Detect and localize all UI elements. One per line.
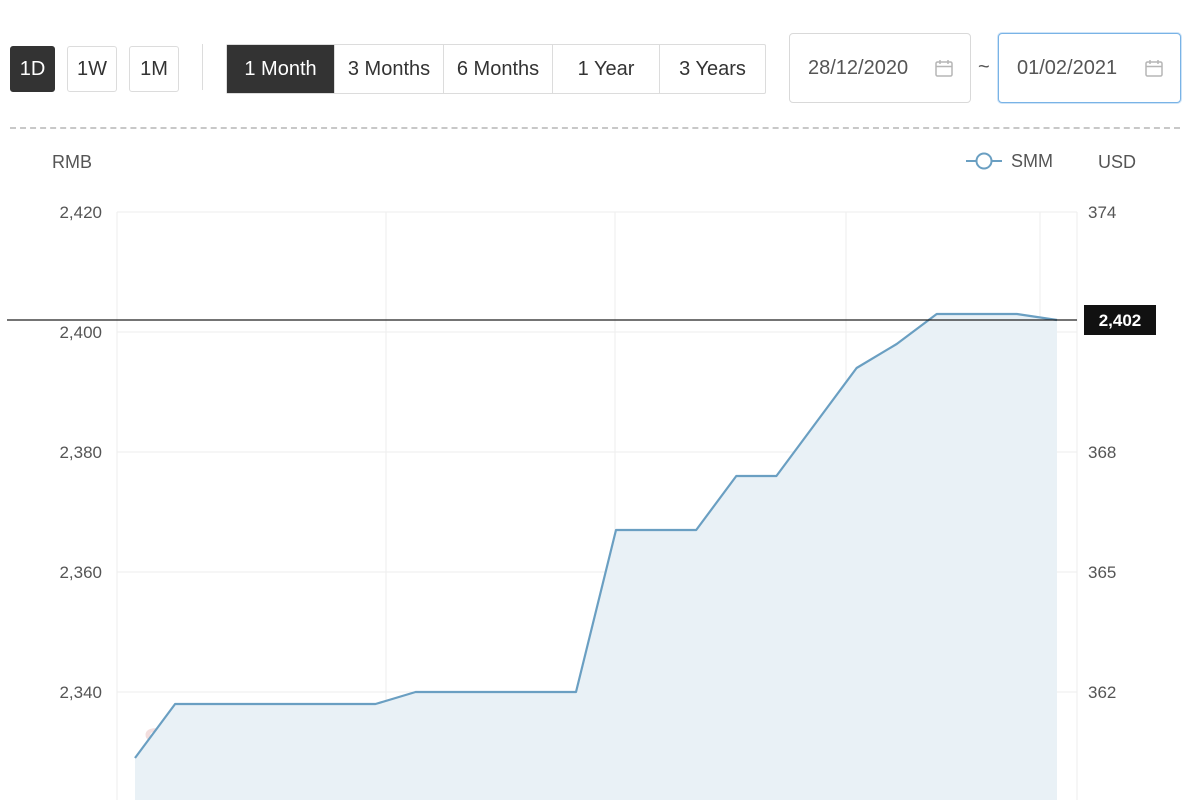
range-button-3-years[interactable]: 3 Years <box>659 45 765 93</box>
left-axis-unit: RMB <box>52 152 92 172</box>
price-chart: SMMmetal.com 2,4203742,4002,3803682,3603… <box>7 151 1156 800</box>
right-axis-tick-label: 362 <box>1088 683 1116 702</box>
start-date-value: 28/12/2020 <box>808 56 909 79</box>
left-axis-tick-label: 2,340 <box>59 683 102 702</box>
left-axis-tick-label: 2,360 <box>59 563 102 582</box>
range-button-3-months[interactable]: 3 Months <box>334 45 443 93</box>
legend-marker-smm[interactable] <box>975 152 993 170</box>
interval-button-1w[interactable]: 1W <box>67 46 117 92</box>
toolbar-dashed-divider <box>10 127 1180 129</box>
end-date-input[interactable]: 01/02/2021 <box>998 33 1181 103</box>
calendar-icon <box>1145 60 1163 77</box>
date-range-separator: ~ <box>978 56 990 78</box>
legend-label-smm[interactable]: SMM <box>1011 151 1053 171</box>
right-axis-tick-label: 374 <box>1088 203 1116 222</box>
range-selector: 1 Month 3 Months 6 Months 1 Year 3 Years <box>226 44 766 94</box>
range-button-6-months[interactable]: 6 Months <box>443 45 552 93</box>
crosshair-value-label: 2,402 <box>1099 311 1142 330</box>
calendar-icon <box>935 60 953 77</box>
interval-button-1d[interactable]: 1D <box>10 46 55 92</box>
right-axis-tick-label: 365 <box>1088 563 1116 582</box>
range-button-1-month[interactable]: 1 Month <box>227 45 334 93</box>
end-date-value: 01/02/2021 <box>1017 56 1118 79</box>
toolbar-divider <box>202 44 203 90</box>
left-axis-tick-label: 2,380 <box>59 443 102 462</box>
start-date-input[interactable]: 28/12/2020 <box>789 33 971 103</box>
right-axis-tick-label: 368 <box>1088 443 1116 462</box>
interval-button-1m[interactable]: 1M <box>129 46 179 92</box>
left-axis-tick-label: 2,400 <box>59 323 102 342</box>
range-button-1-year[interactable]: 1 Year <box>552 45 659 93</box>
series-area-smm <box>135 314 1057 800</box>
left-axis-tick-label: 2,420 <box>59 203 102 222</box>
right-axis-unit: USD <box>1098 152 1136 172</box>
